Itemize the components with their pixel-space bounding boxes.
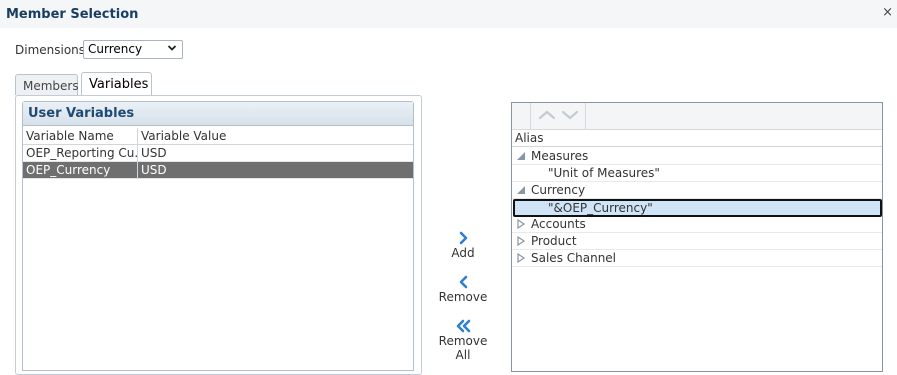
move-buttons-group [530, 103, 586, 130]
tree-node-product[interactable]: Product [512, 233, 882, 250]
expanded-triangle-icon[interactable] [516, 151, 526, 161]
tree-node-sales-channel[interactable]: Sales Channel [512, 250, 882, 267]
tree-node-label: Sales Channel [531, 251, 617, 265]
chevron-down-icon[interactable] [560, 108, 580, 122]
tab-variables-label: Variables [89, 77, 149, 92]
collapsed-triangle-icon[interactable] [516, 219, 526, 229]
tree-node-label: "&OEP_Currency" [548, 201, 653, 215]
remove-button[interactable]: Remove [430, 274, 496, 304]
user-variables-table: Variable Name Variable Value OEP_Reporti… [23, 128, 413, 179]
chevron-down-icon [167, 45, 177, 51]
add-button[interactable]: Add [430, 230, 496, 260]
remove-button-label: Remove [438, 290, 488, 304]
alias-column-header[interactable]: Alias [512, 130, 882, 147]
dialog-title: Member Selection [6, 7, 139, 22]
tree-node-label: Product [531, 234, 577, 248]
remove-all-button[interactable]: Remove All [430, 318, 496, 362]
remove-all-button-label: Remove All [438, 334, 488, 362]
table-row-selected[interactable]: OEP_Currency USD [23, 162, 413, 179]
dimensions-selected-value: Currency [88, 42, 143, 56]
column-header-variable-value[interactable]: Variable Value [138, 128, 413, 145]
user-variables-title: User Variables [23, 102, 413, 126]
tree-node-currency[interactable]: Currency [512, 182, 882, 199]
tree-toolbar [512, 103, 882, 130]
chevron-right-icon [459, 231, 468, 245]
expanded-triangle-icon[interactable] [516, 185, 526, 195]
tree-node-label: Measures [531, 149, 589, 163]
table-header-row: Variable Name Variable Value [23, 128, 413, 145]
collapsed-triangle-icon[interactable] [516, 236, 526, 246]
chevron-left-icon [459, 275, 468, 289]
table-row[interactable]: OEP_Reporting Cu... USD [23, 145, 413, 162]
variable-name-cell: OEP_Currency [23, 162, 138, 179]
tab-variables[interactable]: Variables [81, 72, 152, 95]
tree-node-label: Accounts [531, 217, 586, 231]
tree-node-oep-currency-selected[interactable]: "&OEP_Currency" [513, 199, 882, 217]
column-header-variable-name[interactable]: Variable Name [23, 128, 138, 145]
chevron-up-icon[interactable] [537, 108, 557, 122]
variable-value-cell: USD [141, 163, 167, 177]
collapsed-triangle-icon[interactable] [516, 253, 526, 263]
selected-members-panel: Alias Measures "Unit of Measures" Curren… [511, 102, 883, 372]
tab-members[interactable]: Members [15, 74, 79, 95]
tree-node-label: "Unit of Measures" [548, 166, 660, 180]
tree-node-unit-of-measures[interactable]: "Unit of Measures" [512, 165, 882, 182]
add-button-label: Add [451, 246, 475, 260]
user-variables-panel: User Variables Variable Name Variable Va… [22, 101, 414, 371]
dimensions-select[interactable]: Currency [83, 40, 183, 59]
double-chevron-left-icon [456, 319, 471, 333]
variable-value-cell: USD [141, 146, 167, 160]
variable-name-cell: OEP_Reporting Cu... [23, 145, 138, 162]
dimensions-label: Dimensions [15, 43, 86, 57]
tree-node-measures[interactable]: Measures [512, 148, 882, 165]
dialog-titlebar: Member Selection × [0, 0, 897, 28]
tree-node-label: Currency [531, 183, 586, 197]
tab-members-label: Members [23, 79, 79, 93]
close-icon[interactable]: × [882, 5, 893, 20]
tree-node-accounts[interactable]: Accounts [512, 216, 882, 233]
